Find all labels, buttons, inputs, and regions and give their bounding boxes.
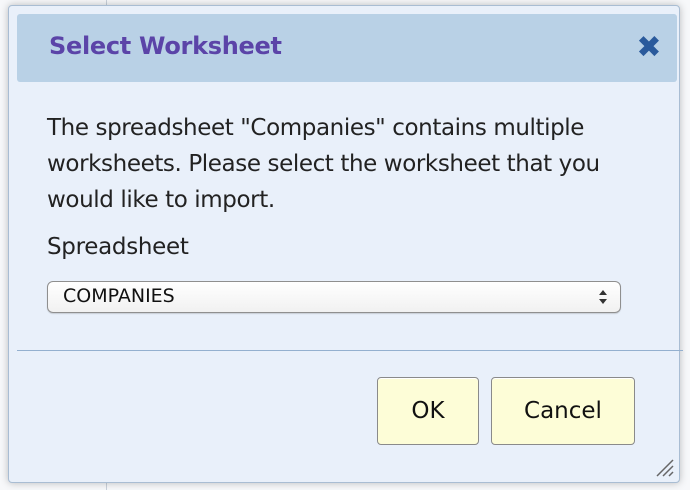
select-worksheet-dialog: Select Worksheet ✖ The spreadsheet "Comp… [8,5,683,483]
spreadsheet-label: Spreadsheet [47,234,189,260]
worksheet-select[interactable]: COMPANIES [47,281,621,313]
close-icon[interactable]: ✖ [635,33,663,63]
ok-button[interactable]: OK [377,377,479,445]
select-arrows-icon [599,290,607,304]
worksheet-select-value: COMPANIES [63,285,175,307]
cancel-button[interactable]: Cancel [491,377,635,445]
resize-handle-icon[interactable] [653,456,675,478]
dialog-message: The spreadsheet "Companies" contains mul… [47,115,600,213]
dialog-titlebar[interactable]: Select Worksheet ✖ [17,14,677,82]
dialog-divider [17,350,683,351]
dialog-title: Select Worksheet [49,32,282,60]
